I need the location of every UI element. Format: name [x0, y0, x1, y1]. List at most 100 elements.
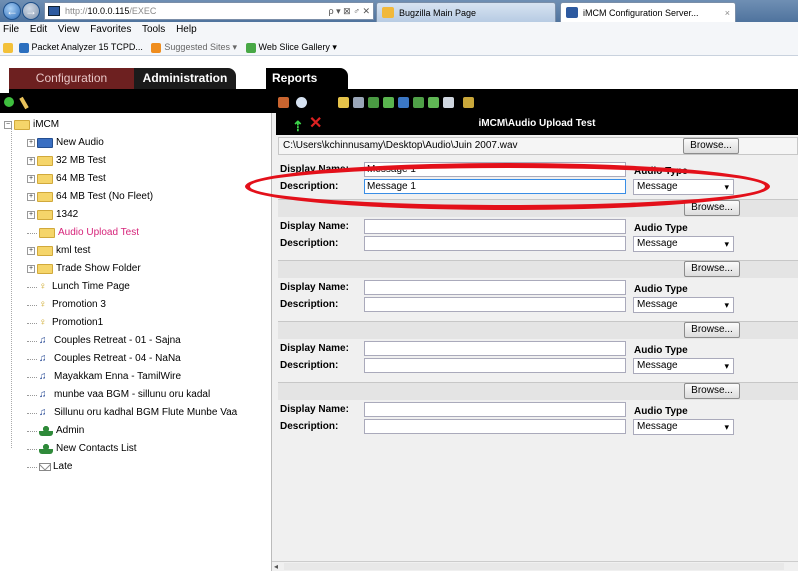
menu-file[interactable]: File	[3, 24, 19, 35]
browse-button[interactable]: Browse...	[683, 138, 739, 154]
expand-icon[interactable]: +	[27, 139, 35, 147]
menu-favorites[interactable]: Favorites	[90, 24, 131, 35]
menu-edit[interactable]: Edit	[30, 24, 47, 35]
tree-item-new-audio[interactable]: + New Audio	[27, 134, 104, 152]
tree-item-munbe-vaa[interactable]: ♫ munbe vaa BGM - sillunu oru kadal	[27, 386, 210, 404]
tree-item-64mb-nofleet[interactable]: +64 MB Test (No Fleet)	[27, 188, 153, 206]
tree-item-new-contacts[interactable]: New Contacts List	[27, 440, 137, 458]
tree-item-trade-show[interactable]: + Trade Show Folder	[27, 260, 141, 278]
menu-view[interactable]: View	[58, 24, 80, 35]
tree-item-kml-test[interactable]: + kml test	[27, 242, 90, 260]
display-name-input[interactable]	[364, 219, 626, 234]
menu-help[interactable]: Help	[176, 24, 197, 35]
tree-item-32mb[interactable]: +32 MB Test	[27, 152, 106, 170]
search-icon[interactable]	[296, 97, 307, 108]
address-bar[interactable]: http://10.0.0.115/EXEC ρ ▾ ⊠ ♂ ✕	[44, 2, 374, 20]
refresh-icon[interactable]	[4, 97, 14, 107]
expand-icon[interactable]: +	[27, 265, 35, 273]
server-icon[interactable]	[353, 97, 364, 108]
music-add-icon[interactable]	[398, 97, 409, 108]
tab-administration[interactable]: Administration	[134, 68, 236, 89]
menu-bar: File Edit View Favorites Tools Help	[0, 22, 798, 38]
scroll-left-icon[interactable]: ◂	[274, 562, 278, 571]
audio-type-select[interactable]: Message	[633, 419, 734, 435]
display-name-input[interactable]: Message 1	[364, 162, 626, 177]
transfer-icon[interactable]	[428, 97, 439, 108]
suggested-sites-icon	[151, 42, 162, 53]
browse-button[interactable]: Browse...	[684, 383, 740, 399]
url-host: 10.0.0.115	[87, 6, 130, 16]
audio-type-select[interactable]: Message	[633, 179, 734, 195]
expand-icon[interactable]: +	[27, 157, 35, 165]
favorites-star-icon[interactable]	[3, 42, 13, 53]
close-tab-icon[interactable]: ×	[725, 3, 730, 23]
broadcast-icon[interactable]	[413, 97, 424, 108]
audio-folder-icon	[37, 138, 53, 148]
expand-icon[interactable]: +	[27, 175, 35, 183]
menu-tools[interactable]: Tools	[142, 24, 165, 35]
contact-add-icon[interactable]	[383, 97, 394, 108]
audio-type-select[interactable]: Message	[633, 297, 734, 313]
fav-web-slice[interactable]: Web Slice Gallery ▾	[245, 42, 337, 53]
horizontal-scrollbar[interactable]: ◂	[272, 561, 798, 571]
audio-type-label: Audio Type	[634, 223, 688, 234]
tab-reports[interactable]: Reports	[266, 68, 348, 89]
tree-item-promotion-3[interactable]: ♀ Promotion 3	[27, 296, 106, 314]
expand-icon[interactable]: +	[27, 193, 35, 201]
fav-packet-analyzer[interactable]: Packet Analyzer 15 TCPD...	[18, 42, 143, 53]
back-icon[interactable]: ←	[3, 2, 21, 20]
tab-label: iMCM Configuration Server...	[583, 8, 699, 18]
tab-configuration[interactable]: Configuration	[9, 68, 134, 89]
tree-item-imcm[interactable]: − iMCM	[4, 116, 59, 134]
tree-item-1342[interactable]: +1342	[27, 206, 78, 224]
tree-item-lunch-time[interactable]: ♀ Lunch Time Page	[27, 278, 130, 296]
tree-item-couples-01[interactable]: ♫ Couples Retreat - 01 - Sajna	[27, 332, 181, 350]
audio-type-select[interactable]: Message	[633, 236, 734, 252]
description-input[interactable]	[364, 419, 626, 434]
browse-button[interactable]: Browse...	[684, 322, 740, 338]
browse-button[interactable]: Browse...	[684, 261, 740, 277]
collapse-icon[interactable]: −	[4, 121, 12, 129]
address-bar-icons[interactable]: ρ ▾ ⊠ ♂ ✕	[329, 3, 370, 19]
message-icon[interactable]	[443, 97, 454, 108]
tree-guide-line	[11, 123, 12, 448]
wave-icon[interactable]	[278, 97, 289, 108]
fav-suggested-sites[interactable]: Suggested Sites ▾	[151, 42, 237, 53]
expand-icon[interactable]: +	[27, 211, 35, 219]
tree-item-late[interactable]: Late	[27, 458, 72, 476]
file-path-field[interactable]: C:\Users\kchinnusamy\Desktop\Audio\Juin …	[283, 138, 518, 154]
description-input[interactable]	[364, 297, 626, 312]
folder-icon	[14, 120, 30, 130]
tree-item-couples-04[interactable]: ♫ Couples Retreat - 04 - NaNa	[27, 350, 181, 368]
forward-icon[interactable]: →	[22, 2, 40, 20]
display-name-input[interactable]	[364, 280, 626, 295]
tree-item-admin[interactable]: Admin	[27, 422, 84, 440]
tree-item-label: kml test	[56, 245, 91, 256]
description-label: Description:	[280, 421, 339, 432]
tree-item-label: 32 MB Test	[56, 155, 106, 166]
description-input[interactable]	[364, 236, 626, 251]
description-input[interactable]: Message 1	[364, 179, 626, 194]
tree-item-sillunu[interactable]: ♫ Sillunu oru kadhal BGM Flute Munbe Vaa	[27, 404, 237, 422]
audio-add-icon[interactable]	[368, 97, 379, 108]
tree-item-label: Audio Upload Test	[58, 227, 139, 238]
display-name-label: Display Name:	[280, 221, 349, 232]
export-icon[interactable]	[463, 97, 474, 108]
folder-add-icon[interactable]	[338, 97, 349, 108]
tab-bugzilla[interactable]: Bugzilla Main Page	[376, 2, 556, 22]
panel-title-bar: ⇡ ✕ iMCM\Audio Upload Test	[276, 113, 798, 135]
display-name-input[interactable]	[364, 402, 626, 417]
description-input[interactable]	[364, 358, 626, 373]
browse-button[interactable]: Browse...	[684, 200, 740, 216]
tree-item-mayakkam[interactable]: ♫ Mayakkam Enna - TamilWire	[27, 368, 181, 386]
expand-icon[interactable]: +	[27, 247, 35, 255]
scroll-thumb[interactable]	[284, 563, 784, 570]
tree-item-promotion1[interactable]: ♀ Promotion1	[27, 314, 103, 332]
audio-type-select[interactable]: Message	[633, 358, 734, 374]
tab-imcm[interactable]: iMCM Configuration Server... ×	[560, 2, 736, 22]
tree-item-audio-upload-test[interactable]: Audio Upload Test	[27, 224, 139, 242]
display-name-input[interactable]	[364, 341, 626, 356]
folder-icon	[37, 156, 53, 166]
tree-item-64mb[interactable]: +64 MB Test	[27, 170, 106, 188]
pencil-icon[interactable]	[19, 96, 29, 110]
